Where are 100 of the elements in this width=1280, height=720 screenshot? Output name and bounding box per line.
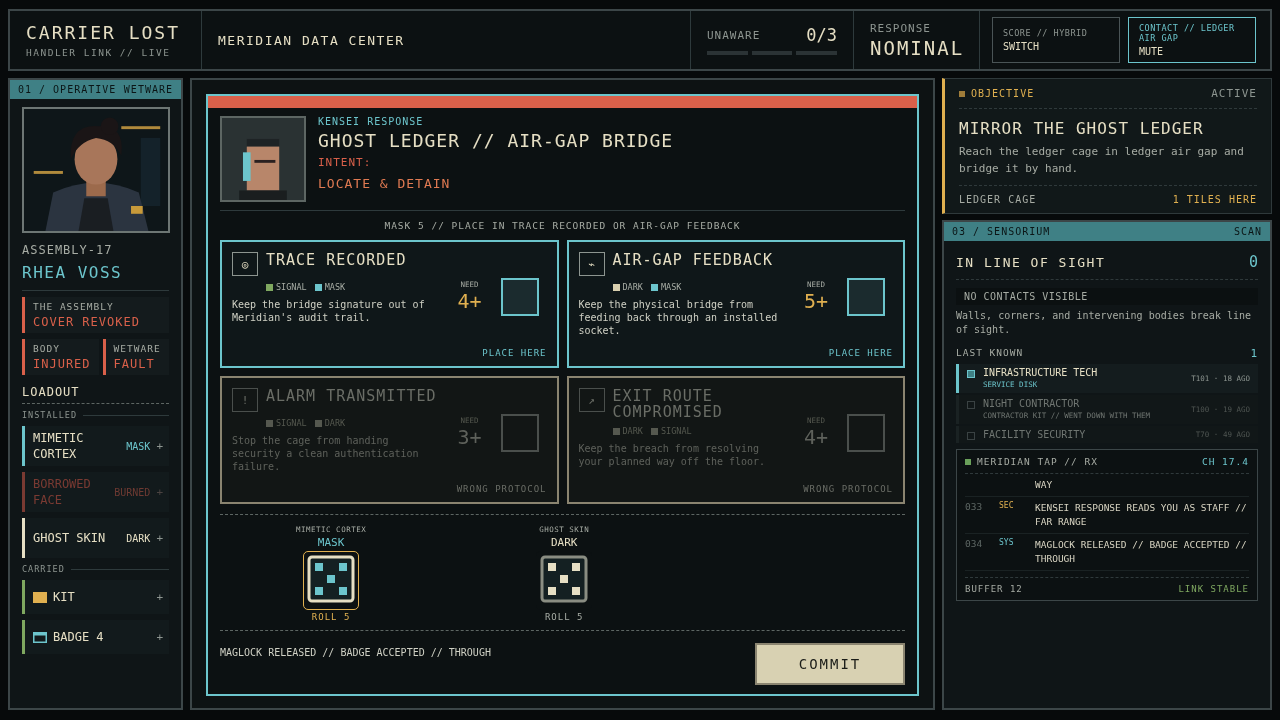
objective-status: ACTIVE (1211, 87, 1257, 100)
protocol-title: ALARM TRANSMITTED (266, 388, 437, 404)
group-label: CARRIED (22, 564, 169, 574)
drop-slot[interactable] (500, 278, 539, 316)
intent-value: LOCATE & DETAIN (318, 176, 452, 191)
tag-label: SIGNAL (276, 418, 307, 428)
feed-title: MERIDIAN TAP // RX (965, 456, 1098, 467)
protocol-title: EXIT ROUTE COMPROMISED (612, 388, 724, 420)
protocol-glyph: ↗ (578, 388, 605, 412)
objective-label: OBJECTIVE (959, 88, 1035, 99)
die-roll: ROLL 5 (544, 612, 584, 622)
intent-label: INTENT: (318, 156, 373, 169)
entry-source: SEC (999, 501, 1015, 512)
status-value: FAULT (113, 357, 156, 371)
objective-distance: 1 TILES HERE (1172, 194, 1257, 205)
tag-label: MASK (324, 282, 346, 292)
tag-label: DARK (622, 282, 643, 292)
item-tag: MASK (126, 440, 151, 452)
response-value: NOMINAL (870, 36, 963, 59)
threat-label: KENSEI RESPONSE (318, 116, 425, 127)
panel-tag: WETWARE (123, 84, 173, 95)
last-known-label: LAST KNOWN (956, 347, 1024, 360)
sight-note: Walls, corners, and intervening bodies break line of sight. (956, 309, 1252, 337)
item-name: MIMETIC CORTEX (33, 430, 85, 462)
die-button[interactable] (303, 551, 360, 610)
panel-tag: SCAN (1233, 226, 1262, 237)
item-name: KIT (53, 589, 76, 605)
link-status: HANDLER LINK // LIVE (26, 47, 172, 58)
loadout-heading: LOADOUT (22, 381, 169, 404)
awareness-count: 0/3 (806, 25, 837, 45)
objective-location: LEDGER CAGE (959, 194, 1037, 205)
link-status: LINK STABLE (1178, 584, 1249, 594)
tag-label: SIGNAL (661, 426, 692, 436)
tag-label: MASK (661, 282, 682, 292)
audio-toggle[interactable]: SCORE // HYBRID SWITCH (992, 17, 1120, 63)
group-label: INSTALLED (22, 410, 169, 420)
item-tag: DARK (126, 532, 151, 544)
commit-button[interactable]: COMMIT (755, 642, 905, 685)
drop-slot[interactable] (847, 278, 885, 316)
protocol-description: Keep the breach from resolving your planned way off the floor. (578, 442, 767, 468)
protocol-description: Keep the physical bridge from feeding back through an installed socket. (578, 298, 779, 337)
slot-status: PLACE HERE (481, 348, 547, 358)
entry-number: 034 (965, 538, 984, 551)
add-button[interactable]: + (156, 439, 163, 453)
awareness-label: UNAWARE (707, 28, 761, 42)
item-name: BORROWED FACE (33, 476, 92, 508)
response-label: RESPONSE (870, 21, 932, 35)
item-name: BADGE 4 (53, 629, 105, 645)
slot-status: PLACE HERE (827, 348, 893, 358)
kit-icon (33, 591, 47, 603)
entry-text: KENSEI RESPONSE READS YOU AS STAFF // FAR RANGE (1035, 501, 1248, 529)
contact-marker (967, 370, 975, 378)
status-label: WETWARE (113, 343, 161, 354)
threat-title: GHOST LEDGER // AIR-GAP BRIDGE (318, 130, 674, 151)
objective-text: Reach the ledger cage in ledger air gap and bridge it by hand. (959, 144, 1245, 177)
protocol-title: AIR-GAP FEEDBACK (612, 252, 773, 268)
sight-count: 0 (1248, 253, 1258, 271)
empty-message: NO CONTACTS VISIBLE (956, 288, 1258, 305)
add-button[interactable]: + (156, 630, 163, 644)
contact-marker (967, 432, 975, 440)
contact-marker (967, 401, 975, 409)
location-name: MERIDIAN DATA CENTER (218, 32, 406, 48)
add-button[interactable]: + (156, 590, 163, 604)
app-title: CARRIER LOST (26, 22, 182, 43)
log-line: MAGLOCK RELEASED // BADGE ACCEPTED // THROUGH (220, 647, 491, 658)
item-name: GHOST SKIN (33, 530, 107, 546)
protocol-description: Keep the bridge signature out of Meridian's audit trail. (232, 298, 426, 324)
protocol-description: Stop the cage from handing security a clean authentication failure. (232, 434, 420, 473)
panel-title: 01 / OPERATIVE (18, 84, 117, 95)
protocol-glyph: ⌁ (578, 252, 605, 276)
feed-channel: CH 17.4 (1201, 456, 1249, 467)
add-button[interactable]: + (156, 531, 163, 545)
need-value: 3+ (457, 425, 482, 449)
audio-toggle[interactable]: CONTACT // LEDGER AIR GAP MUTE (1128, 17, 1256, 63)
status-value: INJURED (33, 357, 91, 371)
entry-source: SYS (999, 538, 1015, 549)
entry-text: WAY (1035, 478, 1054, 492)
protocol-glyph: ! (232, 388, 258, 412)
instruction-text: MASK 5 // PLACE IN TRACE RECORDED OR AIR-GAP FEEDBACK (383, 219, 742, 233)
item-tag: BURNED (114, 486, 151, 498)
entry-number: 033 (965, 501, 984, 514)
status-label: BODY (33, 343, 61, 354)
status-value: COVER REVOKED (33, 315, 141, 329)
tag-label: DARK (622, 426, 643, 436)
badge-icon (33, 631, 47, 643)
status-label: THE ASSEMBLY (33, 301, 115, 312)
contact-name: FACILITY SECURITY (983, 429, 1087, 440)
objective-title: MIRROR THE GHOST LEDGER (959, 119, 1205, 138)
last-known-count: 1 (1250, 347, 1258, 360)
slot-status: WRONG PROTOCOL (802, 484, 893, 494)
protocol-title: TRACE RECORDED (266, 252, 407, 268)
operative-name: RHEA VOSS (22, 263, 169, 291)
contact-name: INFRASTRUCTURE TECH (983, 367, 1099, 378)
protocol-glyph: ◎ (232, 252, 258, 276)
contact-name: NIGHT CONTRACTOR (983, 398, 1081, 409)
need-value: 5+ (803, 289, 829, 313)
operative-assembly: ASSEMBLY-17 (22, 243, 114, 257)
slot-status: WRONG PROTOCOL (455, 484, 547, 494)
tag-label: DARK (324, 418, 346, 428)
panel-title: 03 / SENSORIUM (952, 226, 1051, 237)
